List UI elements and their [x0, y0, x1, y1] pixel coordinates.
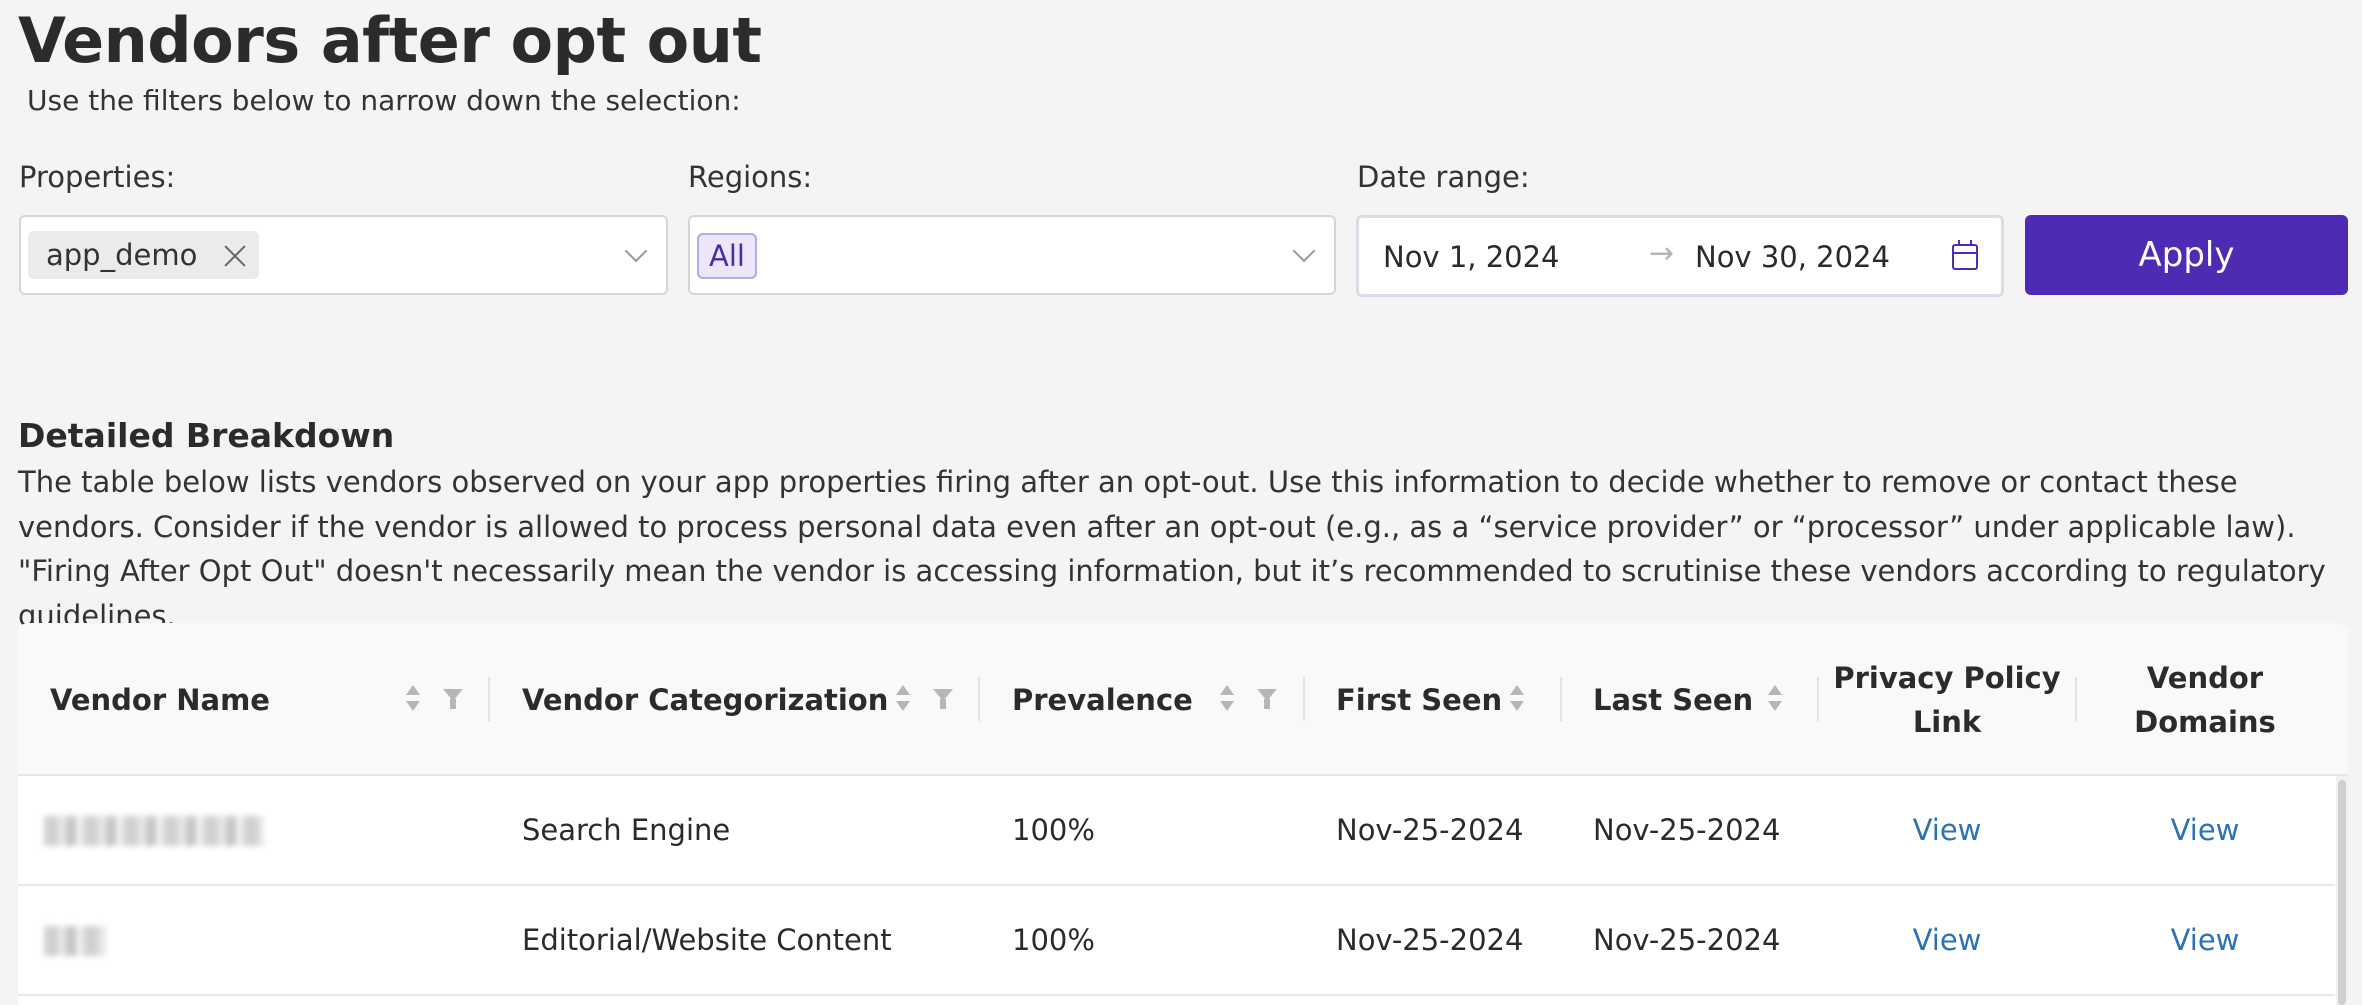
column-divider	[488, 677, 490, 721]
redacted-vendor-name	[44, 816, 264, 846]
table-row: Search Engine 100% Nov-25-2024 Nov-25-20…	[18, 776, 2335, 886]
section-title: Detailed Breakdown	[18, 416, 395, 455]
column-header-first-seen[interactable]: First Seen	[1336, 623, 1502, 776]
section-description: The table below lists vendors observed o…	[18, 465, 2326, 633]
cell-first-seen: Nov-25-2024	[1336, 923, 1524, 957]
column-header-last-seen[interactable]: Last Seen	[1593, 623, 1753, 776]
chevron-down-icon[interactable]	[1292, 239, 1316, 263]
page-subtitle: Use the filters below to narrow down the…	[27, 84, 741, 117]
cell-last-seen: Nov-25-2024	[1593, 813, 1781, 847]
sort-icon[interactable]	[1766, 685, 1784, 715]
cell-prevalence: 100%	[1012, 923, 1095, 957]
sort-icon[interactable]	[404, 685, 422, 715]
privacy-policy-link[interactable]: View	[1819, 886, 2075, 994]
column-header-vendor-domains: Vendor Domains	[2134, 660, 2276, 739]
scrollbar-thumb[interactable]	[2338, 780, 2346, 1005]
regions-tag: All	[697, 233, 757, 279]
column-header-prevalence[interactable]: Prevalence	[1012, 623, 1193, 776]
properties-select[interactable]: app_demo	[19, 215, 668, 295]
cell-categorization: Search Engine	[522, 813, 731, 847]
redacted-vendor-name	[44, 926, 106, 956]
column-header-vendor-name[interactable]: Vendor Name	[50, 623, 270, 776]
column-divider	[1560, 677, 1562, 721]
date-start-input[interactable]: Nov 1, 2024	[1383, 240, 1560, 274]
page-title: Vendors after opt out	[18, 4, 762, 77]
regions-select[interactable]: All	[688, 215, 1336, 295]
column-header-categorization[interactable]: Vendor Categorization	[522, 623, 888, 776]
sort-icon[interactable]	[894, 685, 912, 715]
sort-icon[interactable]	[1508, 685, 1526, 715]
column-divider	[1303, 677, 1305, 721]
column-divider	[978, 677, 980, 721]
filter-icon[interactable]	[1257, 689, 1277, 711]
date-end-input[interactable]: Nov 30, 2024	[1695, 240, 1890, 274]
vendors-table: Vendor Name Vendor Categorization Preval…	[18, 623, 2348, 1005]
close-icon[interactable]	[223, 243, 247, 267]
vendor-domains-link[interactable]: View	[2077, 776, 2333, 884]
properties-label: Properties:	[19, 160, 176, 194]
sort-icon[interactable]	[1218, 685, 1236, 715]
cell-last-seen: Nov-25-2024	[1593, 923, 1781, 957]
table-row: Editorial/Website Content 100% Nov-25-20…	[18, 886, 2335, 996]
properties-tag: app_demo	[28, 231, 260, 279]
column-header-privacy-policy: Privacy Policy Link	[1833, 660, 2061, 739]
apply-button[interactable]: Apply	[2025, 215, 2348, 295]
privacy-policy-link[interactable]: View	[1819, 776, 2075, 884]
arrow-right-icon: →	[1649, 236, 1675, 271]
filter-icon[interactable]	[443, 689, 463, 711]
cell-categorization: Editorial/Website Content	[522, 923, 892, 957]
table-scrollbar[interactable]	[2336, 776, 2348, 1005]
calendar-icon[interactable]	[1952, 240, 1978, 270]
filter-icon[interactable]	[933, 689, 953, 711]
properties-tag-label: app_demo	[46, 238, 198, 272]
vendor-domains-link[interactable]: View	[2077, 886, 2333, 994]
chevron-down-icon[interactable]	[624, 239, 648, 263]
cell-prevalence: 100%	[1012, 813, 1095, 847]
table-header: Vendor Name Vendor Categorization Preval…	[18, 623, 2348, 776]
date-range-label: Date range:	[1357, 160, 1530, 194]
date-range-picker[interactable]: Nov 1, 2024 → Nov 30, 2024	[1356, 215, 2004, 297]
regions-label: Regions:	[688, 160, 813, 194]
cell-first-seen: Nov-25-2024	[1336, 813, 1524, 847]
